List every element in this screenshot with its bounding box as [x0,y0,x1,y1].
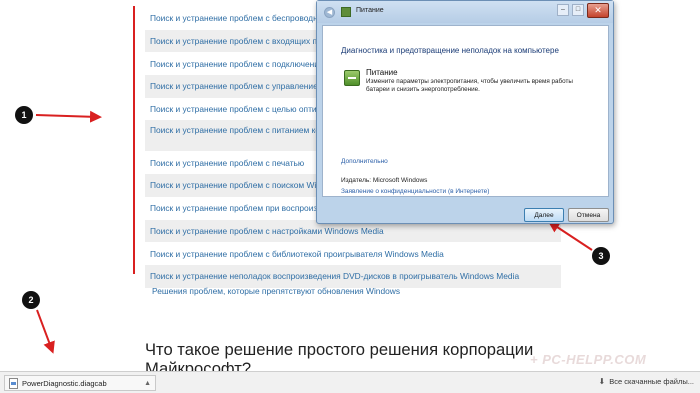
power-battery-icon [344,70,360,86]
troubleshoot-link[interactable]: Поиск и устранение проблем с библиотекой… [150,249,444,259]
chevron-down-icon[interactable]: ▲ [144,380,151,387]
power-troubleshooter-icon [341,7,351,17]
all-downloads-link[interactable]: ⬇ Все скачанные файлы... [599,377,694,386]
troubleshoot-link[interactable]: Поиск и устранение проблем с печатью [150,158,304,168]
advanced-link[interactable]: Дополнительно [341,158,388,165]
dialog-content: Диагностика и предотвращение неполадок н… [322,25,609,197]
publisher-info: Издатель: Microsoft Windows [341,177,428,184]
privacy-statement-link[interactable]: Заявление о конфиденциальности (в Интерн… [341,188,489,195]
windows-update-link[interactable]: Решения проблем, которые препятствуют об… [152,286,400,296]
list-item[interactable]: Поиск и устранение неполадок воспроизвед… [145,264,561,288]
all-downloads-label: Все скачанные файлы... [609,377,694,386]
list-item[interactable]: Поиск и устранение проблем с библиотекой… [145,242,561,265]
troubleshoot-link[interactable]: Поиск и устранение неполадок воспроизвед… [150,271,519,281]
cancel-button[interactable]: Отмена [568,208,609,222]
power-item-description: Измените параметры электропитания, чтобы… [366,78,573,93]
arrow-to-download-bar [36,309,55,354]
file-icon [9,377,18,389]
close-button[interactable]: ✕ [587,3,609,18]
download-filename: PowerDiagnostic.diagcab [22,378,107,388]
annotation-red-line [133,6,135,274]
arrow-to-link-list [35,110,102,123]
callout-marker-1: 1 [15,106,33,124]
callout-marker-2: 2 [22,291,40,309]
download-icon: ⬇ [598,377,606,386]
power-item-title: Питание [366,68,398,77]
troubleshoot-link[interactable]: Поиск и устранение проблем с подключение… [150,59,329,69]
minimize-icon[interactable]: – [557,4,569,16]
dialog-heading: Диагностика и предотвращение неполадок н… [341,46,559,55]
troubleshoot-link[interactable]: Поиск и устранение проблем с поиском Win… [150,180,341,190]
back-arrow-icon[interactable]: ◀ [324,7,335,18]
troubleshoot-link[interactable]: Поиск и устранение проблем с настройками… [150,226,384,236]
maximize-icon[interactable]: □ [572,4,584,16]
callout-marker-3: 3 [592,247,610,265]
dialog-title: Питание [356,7,384,14]
power-troubleshooter-dialog: ◀ Питание – □ ✕ Диагностика и предотвращ… [316,0,614,224]
next-button[interactable]: Далее [524,208,564,222]
site-watermark: + PC-HELPP.COM [530,352,647,367]
browser-download-bar: PowerDiagnostic.diagcab ▲ ⬇ Все скачанны… [0,371,700,393]
download-item[interactable]: PowerDiagnostic.diagcab ▲ [4,375,156,391]
dialog-titlebar[interactable]: ◀ Питание – □ ✕ [317,1,613,23]
